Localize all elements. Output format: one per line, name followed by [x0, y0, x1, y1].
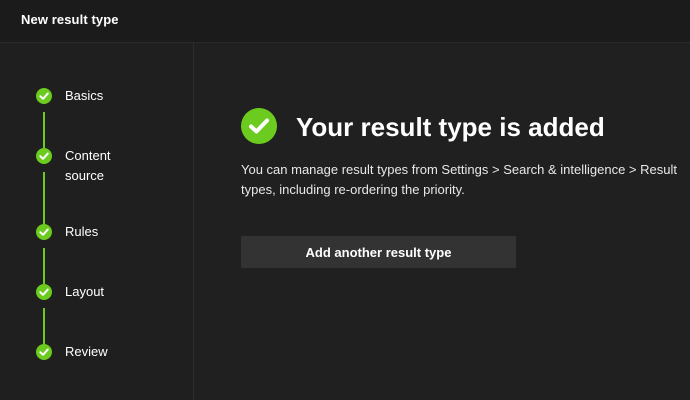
- checkmark-circle-icon: [241, 108, 277, 144]
- checkmark-circle-icon: [36, 224, 52, 240]
- step-label: Content source: [65, 148, 111, 183]
- step-label: Layout: [65, 284, 105, 299]
- success-description: You can manage result types from Setting…: [241, 162, 677, 197]
- checkmark-circle-icon: [36, 88, 52, 104]
- step-connector: [43, 172, 45, 224]
- success-heading: Your result type is added: [296, 112, 605, 142]
- checkmark-circle-icon: [36, 284, 52, 300]
- step-label: Rules: [65, 224, 99, 239]
- step-label: Basics: [65, 88, 104, 103]
- step-connector: [43, 112, 45, 150]
- checkmark-circle-icon: [36, 148, 52, 164]
- step-connector: [43, 248, 45, 284]
- step-connector: [43, 308, 45, 344]
- checkmark-circle-icon: [36, 344, 52, 360]
- panel-header: New result type: [0, 0, 690, 43]
- step-label: Review: [65, 344, 108, 359]
- add-another-result-type-button[interactable]: Add another result type: [241, 236, 516, 268]
- panel-title: New result type: [21, 12, 119, 27]
- main-content: [195, 43, 690, 400]
